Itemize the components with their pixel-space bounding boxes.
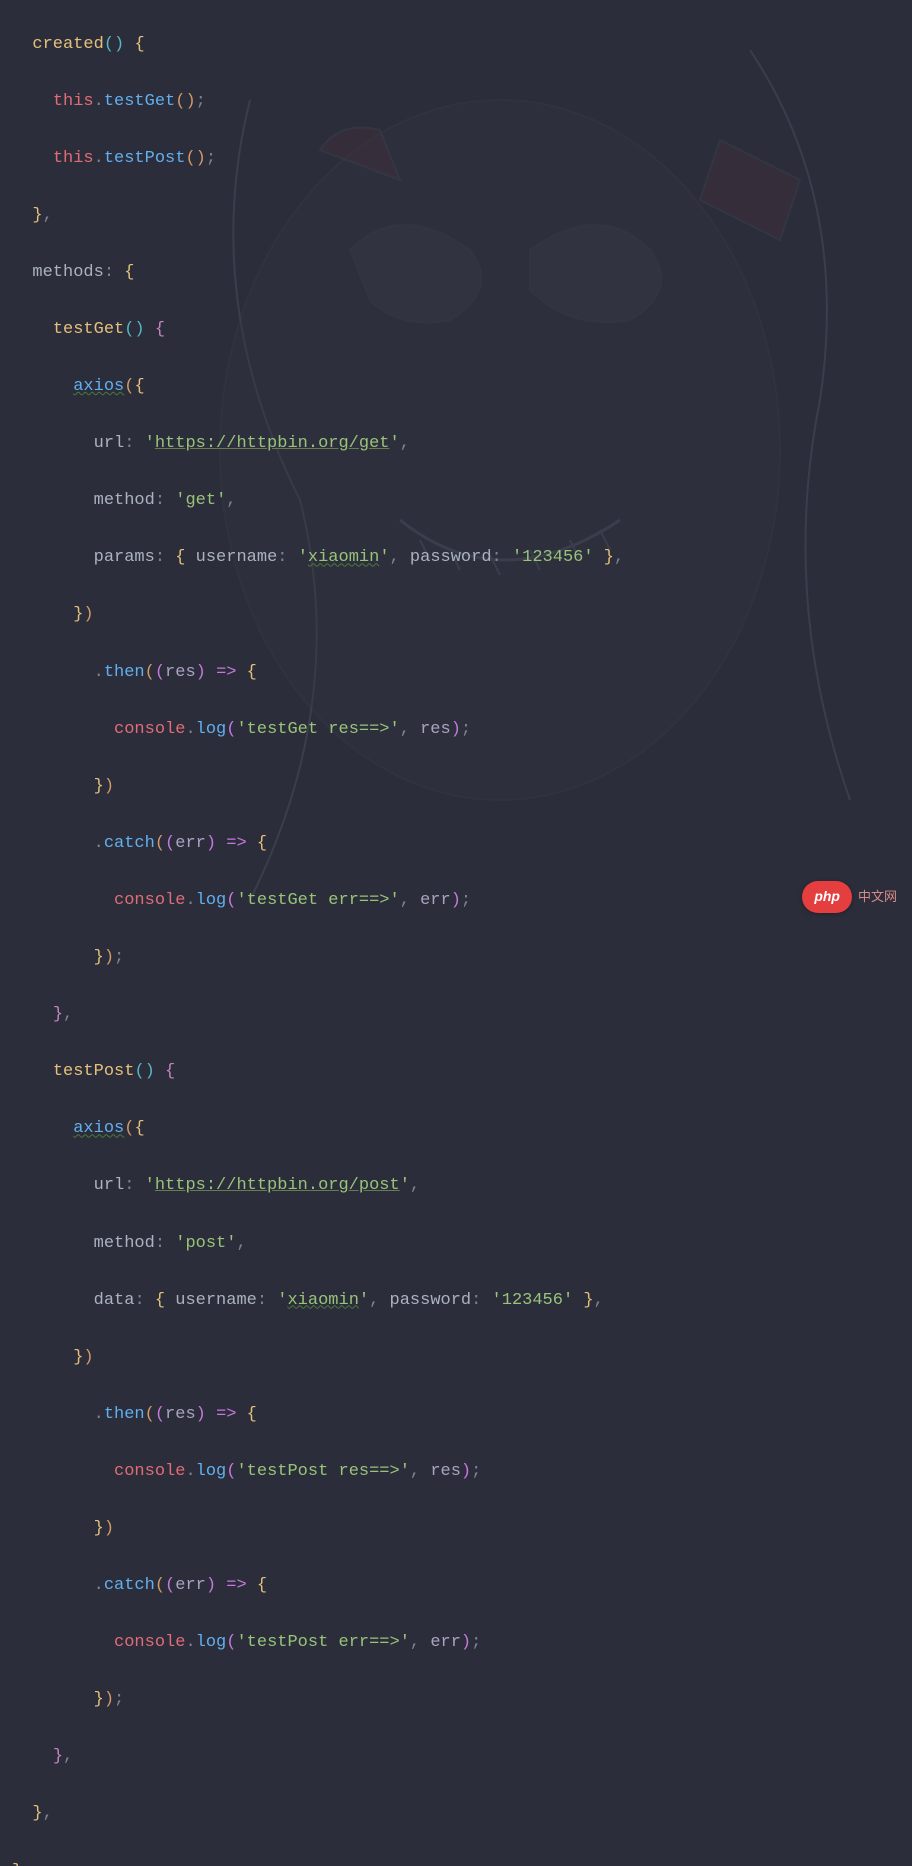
code-line: axios({	[8, 1115, 904, 1144]
code-line: .then((res) => {	[8, 1401, 904, 1430]
watermark-text: 中文网	[858, 886, 897, 908]
code-line: },	[8, 202, 904, 231]
code-line: created() {	[8, 31, 904, 60]
code-line: console.log('testGet res==>', res);	[8, 716, 904, 745]
code-line: })	[8, 773, 904, 802]
code-line: })	[8, 1344, 904, 1373]
code-line: url: 'https://httpbin.org/post',	[8, 1172, 904, 1201]
code-line: })	[8, 601, 904, 630]
code-line: })	[8, 1515, 904, 1544]
code-line: url: 'https://httpbin.org/get',	[8, 430, 904, 459]
code-line: });	[8, 1686, 904, 1715]
code-line: },	[8, 1800, 904, 1829]
code-line: testPost() {	[8, 1058, 904, 1087]
code-line: console.log('testGet err==>', err);	[8, 887, 904, 916]
code-line: params: { username: 'xiaomin', password:…	[8, 544, 904, 573]
code-line: .catch((err) => {	[8, 830, 904, 859]
code-editor[interactable]: created() { this.testGet(); this.testPos…	[0, 0, 912, 1866]
code-line: method: 'post',	[8, 1230, 904, 1259]
code-line: console.log('testPost err==>', err);	[8, 1629, 904, 1658]
code-line: this.testPost();	[8, 145, 904, 174]
code-line: },	[8, 1001, 904, 1030]
code-line: methods: {	[8, 259, 904, 288]
code-line: this.testGet();	[8, 88, 904, 117]
code-line: axios({	[8, 373, 904, 402]
code-line: };	[8, 1858, 904, 1866]
code-line: testGet() {	[8, 316, 904, 345]
watermark: php 中文网	[802, 881, 897, 913]
code-line: },	[8, 1743, 904, 1772]
code-line: console.log('testPost res==>', res);	[8, 1458, 904, 1487]
watermark-logo: php	[802, 881, 852, 913]
code-line: data: { username: 'xiaomin', password: '…	[8, 1287, 904, 1316]
code-line: });	[8, 944, 904, 973]
code-line: method: 'get',	[8, 487, 904, 516]
code-line: .then((res) => {	[8, 659, 904, 688]
code-line: .catch((err) => {	[8, 1572, 904, 1601]
